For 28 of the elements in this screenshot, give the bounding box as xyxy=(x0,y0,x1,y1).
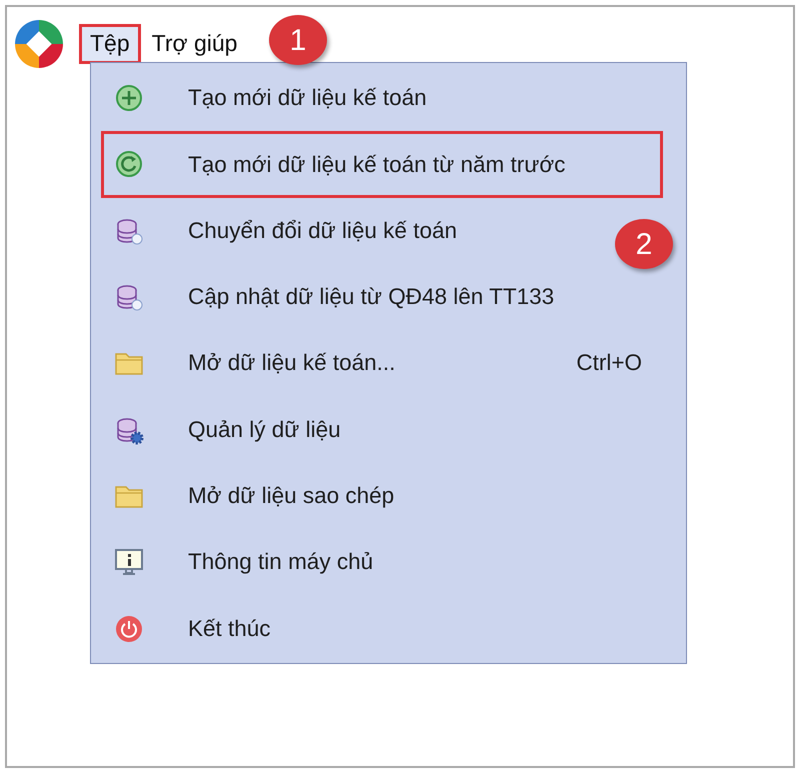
menu-item[interactable]: Mở dữ liệu kế toán... Ctrl+O xyxy=(101,330,663,396)
menu-item-label: Mở dữ liệu sao chép xyxy=(188,482,394,510)
menu-bar-item[interactable]: Tệp xyxy=(79,24,141,64)
menu-item-label: Mở dữ liệu kế toán... xyxy=(188,349,396,378)
menu-bar-item[interactable]: Trợ giúp xyxy=(140,24,248,64)
menu-item[interactable]: Tạo mới dữ liệu kế toán từ năm trước xyxy=(101,131,663,198)
menu-item-label: Thông tin máy chủ xyxy=(188,548,374,576)
menu-item[interactable]: Kết thúc xyxy=(101,595,606,662)
app-logo-icon xyxy=(15,20,63,68)
menu-item-label: Quản lý dữ liệu xyxy=(188,416,341,444)
menu-item[interactable]: Quản lý dữ liệu xyxy=(101,396,606,463)
monitor-info-icon xyxy=(114,547,144,578)
step-number-badge: 2 xyxy=(615,219,673,269)
power-icon xyxy=(114,614,144,644)
shortcut-text: Ctrl+O xyxy=(576,349,642,378)
plus-circle-icon xyxy=(114,83,144,114)
menu-item-label: Tạo mới dữ liệu kế toán xyxy=(188,84,427,112)
menu-item[interactable]: Chuyển đổi dữ liệu kế toán xyxy=(101,198,606,264)
menu-item[interactable]: Mở dữ liệu sao chép xyxy=(101,462,606,530)
menu-item[interactable]: Cập nhật dữ liệu từ QĐ48 lên TT133 xyxy=(101,264,606,330)
menu-item[interactable]: Thông tin máy chủ xyxy=(101,529,606,596)
menu-item[interactable]: Tạo mới dữ liệu kế toán xyxy=(101,65,606,132)
menu-item-label: Tạo mới dữ liệu kế toán từ năm trước xyxy=(188,150,566,179)
refresh-icon xyxy=(114,149,144,180)
menu-item-label: Chuyển đổi dữ liệu kế toán xyxy=(188,216,457,245)
menu-item-label: Kết thúc xyxy=(188,614,271,643)
menu-item-label: Cập nhật dữ liệu từ QĐ48 lên TT133 xyxy=(188,283,554,312)
step-number-badge: 1 xyxy=(269,15,327,65)
